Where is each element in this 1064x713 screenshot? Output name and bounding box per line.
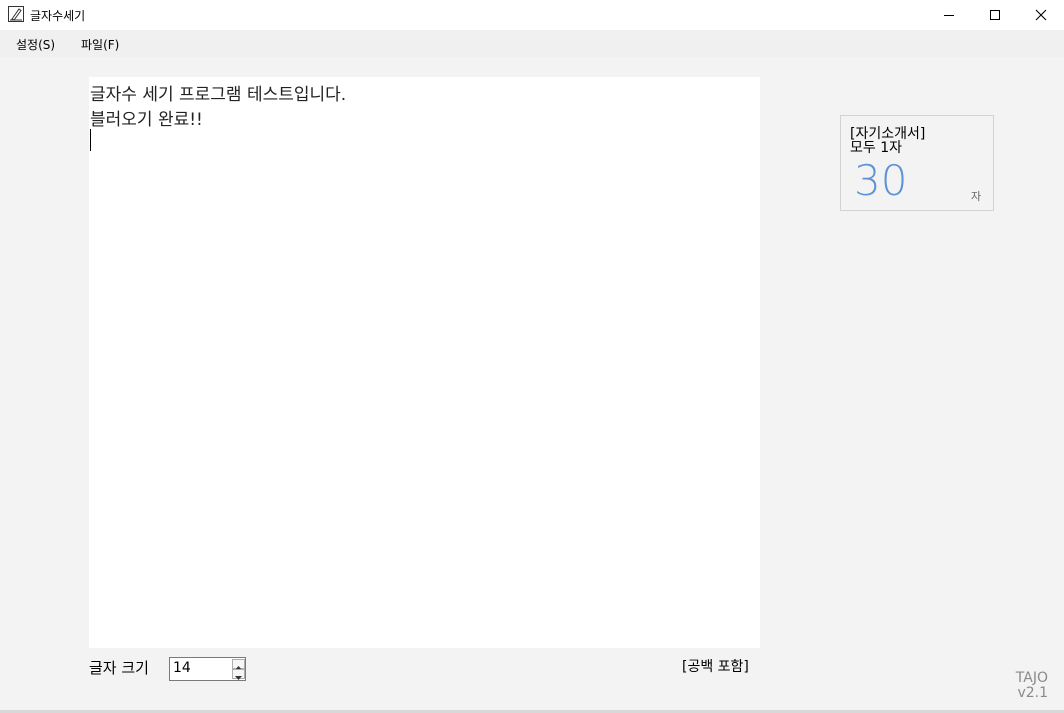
arrow-down-icon bbox=[235, 665, 242, 684]
maximize-icon bbox=[989, 6, 1001, 25]
brand-version: v2.1 bbox=[1017, 685, 1048, 701]
text-caret bbox=[90, 129, 91, 151]
spin-down-button[interactable] bbox=[232, 669, 245, 680]
character-count-unit: 자 bbox=[971, 190, 982, 203]
menu-settings[interactable]: 설정(S) bbox=[16, 36, 55, 53]
app-pen-icon bbox=[8, 6, 24, 22]
space-option-toggle[interactable]: [공백 포함] bbox=[682, 656, 749, 676]
character-count-panel: [자기소개서] 모두 1자 30 자 bbox=[840, 115, 994, 211]
minimize-button[interactable] bbox=[926, 0, 972, 30]
counter-subtitle: 모두 1자 bbox=[850, 140, 902, 156]
close-button[interactable] bbox=[1018, 0, 1064, 30]
font-size-value[interactable]: 14 bbox=[173, 660, 191, 676]
editor-line: 블러오기 완료!! bbox=[90, 110, 203, 130]
brand-name: TAJO bbox=[1015, 670, 1048, 686]
font-size-label: 글자 크기 bbox=[89, 659, 149, 677]
title-bar: 글자수세기 bbox=[0, 0, 1064, 30]
menu-bar: 설정(S) 파일(F) bbox=[0, 30, 1064, 57]
menu-file[interactable]: 파일(F) bbox=[81, 36, 119, 53]
character-count-value: 30 bbox=[854, 156, 908, 205]
brand-label: TAJO v2.1 bbox=[1008, 671, 1048, 701]
font-size-spinner[interactable]: 14 bbox=[169, 657, 246, 681]
minimize-icon bbox=[943, 6, 955, 25]
close-icon bbox=[1035, 6, 1047, 25]
maximize-button[interactable] bbox=[972, 0, 1018, 30]
text-editor[interactable]: 글자수 세기 프로그램 테스트입니다. 블러오기 완료!! bbox=[89, 77, 760, 648]
window-title: 글자수세기 bbox=[30, 9, 86, 23]
editor-line: 글자수 세기 프로그램 테스트입니다. bbox=[90, 85, 347, 105]
